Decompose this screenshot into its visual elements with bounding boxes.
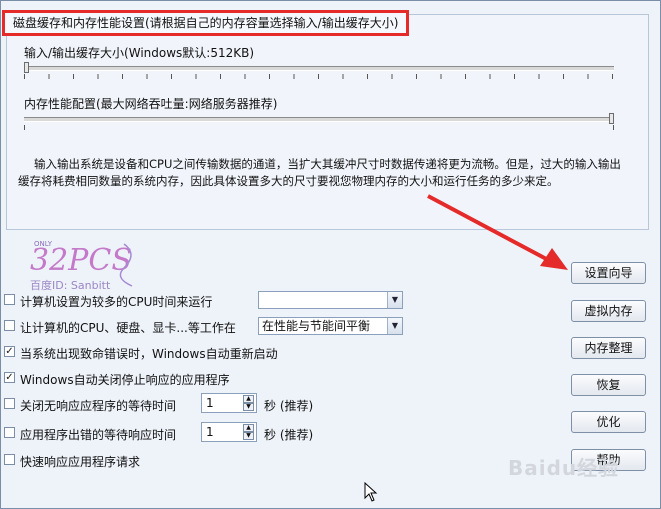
- arrow-shaft: [427, 194, 553, 264]
- baidu-watermark: Baidu经验: [508, 456, 620, 480]
- mouse-cursor-icon: [364, 482, 378, 502]
- annotation-arrow: [427, 194, 568, 270]
